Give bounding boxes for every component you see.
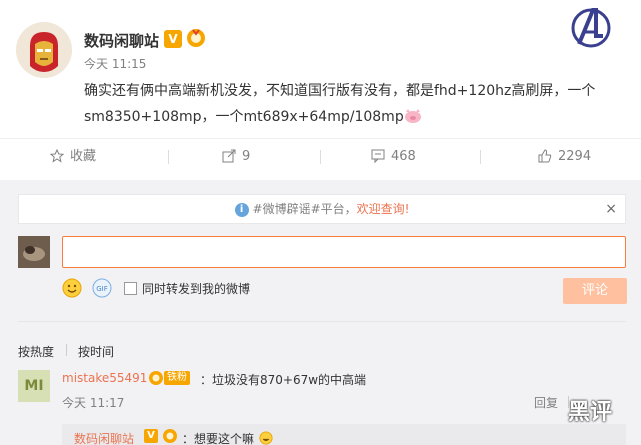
my-avatar[interactable] — [18, 236, 50, 268]
verified-badge: V — [144, 429, 158, 443]
close-icon[interactable]: × — [605, 195, 617, 223]
fan-medal-icon — [149, 371, 163, 385]
sub-reply-username[interactable]: 数码闲聊站 — [74, 430, 134, 445]
medal-icon — [163, 429, 177, 443]
comment-panel: i #微博辟谣#平台，欢迎查询! × GIF 同时转发到我的微博 评论 按热度 按… — [0, 180, 641, 445]
notice-prefix: #微博辟谣#平台， — [252, 202, 357, 216]
star-icon — [49, 148, 65, 163]
post-username[interactable]: 数码闲聊站 — [84, 30, 159, 51]
repost-icon — [222, 149, 236, 163]
post-text-body: 确实还有俩中高端新机没发，不知道国行版有没有，都是fhd+120hz高刷屏，一个… — [84, 83, 596, 125]
fan-badge: 铁粉 — [164, 371, 190, 385]
post-action-bar: 收藏 9 468 2294 — [0, 138, 641, 174]
sub-reply: 数码闲聊站 V ：想要这个嘛 — [62, 424, 626, 445]
pig-emoji-icon — [404, 109, 421, 123]
also-repost-label[interactable]: 同时转发到我的微博 — [142, 280, 250, 297]
comment-icon — [371, 149, 385, 164]
sort-by-time-tab[interactable]: 按时间 — [78, 343, 114, 360]
sub-reply-body: ：想要这个嘛 — [182, 432, 255, 445]
sort-divider — [66, 344, 67, 356]
post-text: 确实还有俩中高端新机没发，不知道国行版有没有，都是fhd+120hz高刷屏，一个… — [84, 78, 629, 130]
comment-button[interactable]: 468 — [371, 139, 416, 175]
iron-man-avatar[interactable] — [16, 22, 72, 78]
grin-emoji-icon — [259, 431, 273, 445]
verified-badge: V — [164, 30, 182, 48]
rumor-notice-bar: i #微博辟谣#平台，欢迎查询! × — [18, 194, 626, 224]
action-divider — [320, 150, 321, 164]
like-button[interactable]: 2294 — [538, 139, 591, 175]
weibo-post: 数码闲聊站 V 今天 11:15 确实还有俩中高端新机没发，不知道国行版有没有，… — [0, 0, 641, 180]
action-divider — [480, 150, 481, 164]
thumbs-up-icon — [538, 149, 552, 163]
medal-icon — [187, 29, 205, 47]
comment-count: 468 — [391, 149, 416, 164]
also-repost-checkbox[interactable] — [124, 282, 137, 295]
svg-text:GIF: GIF — [96, 285, 108, 293]
comment-username[interactable]: mistake55491 — [62, 371, 147, 385]
sort-by-hot-tab[interactable]: 按热度 — [18, 343, 54, 360]
avengers-logo-icon — [571, 8, 611, 48]
divider — [18, 321, 626, 322]
comment-text: ：垃圾没有870+67w的中高端 — [200, 373, 367, 387]
repost-count: 9 — [242, 149, 251, 164]
watermark: 黑评 — [568, 400, 613, 425]
comment-time: 今天 11:17 — [62, 396, 125, 410]
sub-reply-text: ：想要这个嘛 — [182, 430, 274, 445]
favorite-button[interactable]: 收藏 — [49, 139, 97, 175]
like-count: 2294 — [558, 149, 592, 164]
info-icon: i — [234, 203, 249, 217]
post-time[interactable]: 今天 11:15 — [84, 55, 146, 72]
repost-button[interactable]: 9 — [222, 139, 250, 175]
submit-comment-button[interactable]: 评论 — [563, 278, 627, 304]
reply-button[interactable]: 回复 — [534, 394, 558, 411]
favorite-label: 收藏 — [70, 149, 97, 164]
comment-input[interactable] — [62, 236, 626, 268]
emoji-icon[interactable] — [62, 278, 82, 298]
gif-icon[interactable]: GIF — [92, 278, 112, 298]
notice-link[interactable]: 欢迎查询! — [357, 202, 410, 216]
action-divider — [168, 150, 169, 164]
comment-avatar[interactable]: MI — [18, 370, 50, 402]
